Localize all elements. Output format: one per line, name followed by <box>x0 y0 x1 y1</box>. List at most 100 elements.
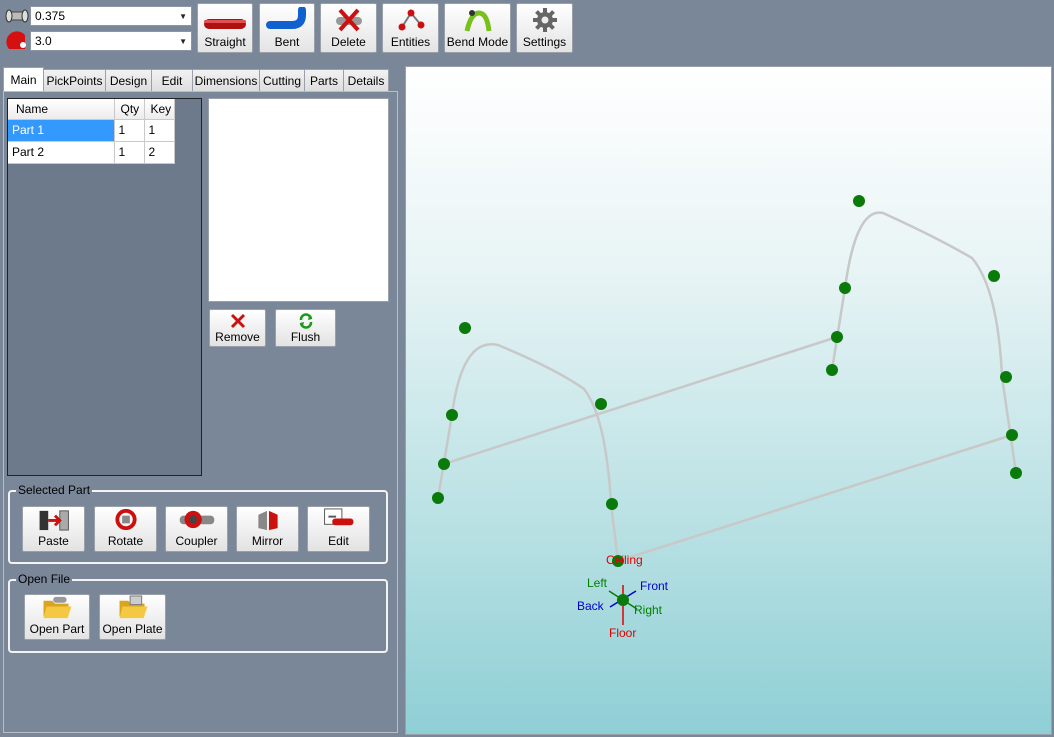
pipe-segment[interactable] <box>616 433 1014 563</box>
open-part-label: Open Part <box>29 622 85 636</box>
pick-point[interactable] <box>606 498 618 510</box>
bent-button[interactable]: Bent <box>259 3 315 53</box>
part-key-cell[interactable]: 1 <box>144 119 175 142</box>
pick-point[interactable] <box>831 331 843 343</box>
part-name-cell[interactable]: Part 2 <box>8 141 115 164</box>
bent-label: Bent <box>274 35 300 49</box>
parts-table: Name Qty Key Part 1 1 1 Part 2 1 2 <box>8 99 175 164</box>
table-row[interactable]: Part 2 1 2 <box>8 141 175 164</box>
pick-point[interactable] <box>988 270 1000 282</box>
open-plate-button[interactable]: Open Plate <box>99 594 166 640</box>
bend-radius-icon <box>4 30 30 52</box>
column-header-key[interactable]: Key <box>144 99 175 120</box>
open-folder-icon <box>119 595 147 619</box>
straight-button[interactable]: Straight <box>197 3 253 53</box>
coupler-label: Coupler <box>175 534 218 548</box>
entities-button[interactable]: Entities <box>382 3 439 53</box>
tab-strip: Main PickPoints Design Edit Dimensions C… <box>3 67 389 92</box>
pick-point[interactable] <box>853 195 865 207</box>
open-plate-label: Open Plate <box>102 622 163 636</box>
remove-button[interactable]: Remove <box>209 309 266 347</box>
pick-point[interactable] <box>839 282 851 294</box>
pick-point[interactable] <box>826 364 838 376</box>
settings-button[interactable]: Settings <box>516 3 573 53</box>
open-file-title: Open File <box>16 572 73 586</box>
axis-label-floor: Floor <box>609 626 636 640</box>
axis-label-left: Left <box>587 576 608 590</box>
remove-label: Remove <box>215 330 260 344</box>
table-row[interactable]: Part 1 1 1 <box>8 119 175 142</box>
pick-point[interactable] <box>595 398 607 410</box>
flush-button[interactable]: Flush <box>275 309 336 347</box>
part-qty-cell[interactable]: 1 <box>114 119 145 142</box>
pick-point[interactable] <box>459 322 471 334</box>
rotate-button[interactable]: Rotate <box>94 506 157 552</box>
origin-point[interactable] <box>617 594 629 606</box>
part-key-cell[interactable]: 2 <box>144 141 175 164</box>
coupler-icon <box>179 510 214 529</box>
axis-label-right: Right <box>634 603 663 617</box>
edit-label: Edit <box>328 534 349 548</box>
pick-point[interactable] <box>1000 371 1012 383</box>
mirror-button[interactable]: Mirror <box>236 506 299 552</box>
tab-details[interactable]: Details <box>344 69 389 92</box>
straight-pipe-icon <box>204 19 246 29</box>
rotate-icon <box>114 508 137 531</box>
diameter-row: 0.375 ▼ <box>4 5 192 27</box>
part-preview <box>208 98 389 302</box>
pick-point[interactable] <box>438 458 450 470</box>
bend-mode-button[interactable]: Bend Mode <box>444 3 511 53</box>
pick-point[interactable] <box>446 409 458 421</box>
pipe-segment[interactable] <box>442 335 839 466</box>
column-header-name[interactable]: Name <box>8 99 115 120</box>
pick-points <box>432 195 1022 567</box>
axis-gizmo: Ceiling Left Front Back Right Floor <box>577 553 669 640</box>
open-folder-icon <box>43 596 72 619</box>
tab-design[interactable]: Design <box>106 69 152 92</box>
edit-part-icon <box>323 508 353 526</box>
bend-mode-label: Bend Mode <box>446 35 509 49</box>
edit-button[interactable]: Edit <box>307 506 370 552</box>
bend-mode-icon <box>464 10 491 32</box>
tab-parts[interactable]: Parts <box>305 69 344 92</box>
coupler-button[interactable]: Coupler <box>165 506 228 552</box>
settings-label: Settings <box>522 35 567 49</box>
viewport-scene[interactable]: Ceiling Left Front Back Right Floor <box>406 67 1052 735</box>
pick-point[interactable] <box>1010 467 1022 479</box>
tab-main[interactable]: Main <box>3 67 44 92</box>
open-part-button[interactable]: Open Part <box>24 594 90 640</box>
axis-label-back: Back <box>577 599 605 613</box>
radius-row: 3.0 ▼ <box>4 30 192 52</box>
paste-icon <box>39 510 69 531</box>
chevron-down-icon: ▼ <box>179 36 187 46</box>
paste-button[interactable]: Paste <box>22 506 85 552</box>
axis-label-ceiling: Ceiling <box>606 553 643 567</box>
part-qty-cell[interactable]: 1 <box>114 141 145 164</box>
tab-edit[interactable]: Edit <box>152 69 193 92</box>
flush-label: Flush <box>290 330 321 344</box>
selected-part-title: Selected Part <box>16 483 93 497</box>
column-header-qty[interactable]: Qty <box>114 99 145 120</box>
part-name-cell[interactable]: Part 1 <box>8 119 115 142</box>
paste-label: Paste <box>38 534 69 548</box>
pick-point[interactable] <box>432 492 444 504</box>
parts-grid[interactable]: Name Qty Key Part 1 1 1 Part 2 1 2 <box>7 98 202 476</box>
axis-label-front: Front <box>640 579 669 593</box>
delete-icon <box>335 8 362 32</box>
radius-value: 3.0 <box>35 34 52 48</box>
rotate-label: Rotate <box>107 534 144 548</box>
mirror-label: Mirror <box>251 534 284 548</box>
pipe-geometry <box>436 211 1018 563</box>
pipe-segment[interactable] <box>830 211 1018 475</box>
tab-cutting[interactable]: Cutting <box>260 69 305 92</box>
3d-viewport[interactable]: Ceiling Left Front Back Right Floor <box>405 66 1052 735</box>
diameter-select[interactable]: 0.375 ▼ <box>30 6 192 26</box>
mirror-icon <box>257 510 278 531</box>
tab-dimensions[interactable]: Dimensions <box>193 69 260 92</box>
tab-pickpoints[interactable]: PickPoints <box>44 69 106 92</box>
pipe-segment[interactable] <box>436 343 620 563</box>
radius-select[interactable]: 3.0 ▼ <box>30 31 192 51</box>
bent-pipe-icon <box>266 7 306 29</box>
pick-point[interactable] <box>1006 429 1018 441</box>
delete-button[interactable]: Delete <box>320 3 377 53</box>
